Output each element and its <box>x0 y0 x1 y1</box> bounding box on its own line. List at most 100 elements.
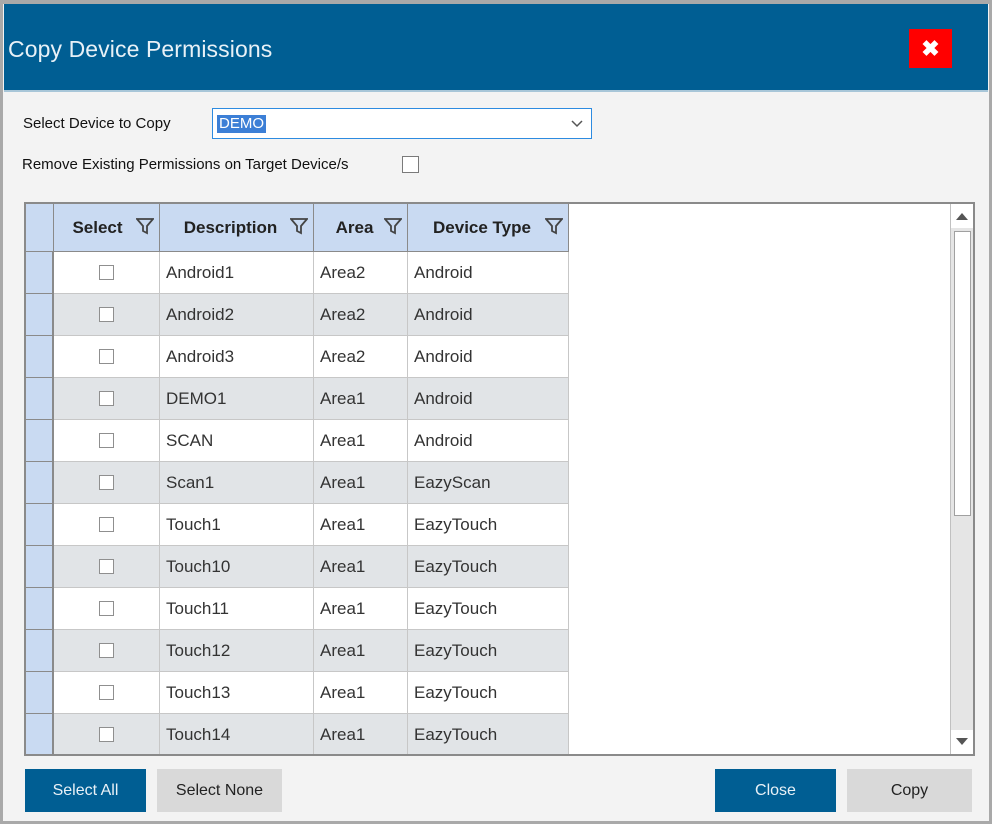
table-row[interactable]: Touch10 Area1 EazyTouch <box>26 546 569 588</box>
grid-header-row: Select Description Area Device Type <box>26 204 569 252</box>
close-x-icon: ✖ <box>921 35 940 61</box>
select-cell <box>54 714 160 754</box>
row-select-checkbox[interactable] <box>99 307 114 322</box>
description-cell: Android2 <box>160 294 314 336</box>
filter-icon[interactable] <box>384 217 402 235</box>
description-cell: Touch11 <box>160 588 314 630</box>
area-cell: Area1 <box>314 420 408 462</box>
row-select-checkbox[interactable] <box>99 559 114 574</box>
area-cell: Area2 <box>314 252 408 294</box>
device-type-cell: EazyScan <box>408 462 569 504</box>
table-row[interactable]: Touch1 Area1 EazyTouch <box>26 504 569 546</box>
description-cell: Scan1 <box>160 462 314 504</box>
row-header[interactable] <box>26 588 54 630</box>
device-type-cell: Android <box>408 378 569 420</box>
device-type-cell: EazyTouch <box>408 504 569 546</box>
row-header[interactable] <box>26 252 54 294</box>
select-cell <box>54 420 160 462</box>
select-cell <box>54 294 160 336</box>
filter-icon[interactable] <box>136 217 154 235</box>
description-cell: Touch10 <box>160 546 314 588</box>
arrow-down-icon <box>956 738 968 745</box>
title-bar: Copy Device Permissions ✖ <box>4 4 988 92</box>
copy-device-permissions-dialog: Copy Device Permissions ✖ Select Device … <box>0 0 992 824</box>
close-button[interactable]: Close <box>715 769 836 812</box>
row-header[interactable] <box>26 672 54 714</box>
table-row[interactable]: Touch13 Area1 EazyTouch <box>26 672 569 714</box>
device-type-cell: Android <box>408 336 569 378</box>
select-device-dropdown[interactable]: DEMO <box>212 108 592 139</box>
area-cell: Area1 <box>314 672 408 714</box>
row-select-checkbox[interactable] <box>99 517 114 532</box>
select-cell <box>54 336 160 378</box>
column-header-select[interactable]: Select <box>54 204 160 252</box>
row-select-checkbox[interactable] <box>99 265 114 280</box>
row-select-checkbox[interactable] <box>99 685 114 700</box>
row-header[interactable] <box>26 630 54 672</box>
select-device-label: Select Device to Copy <box>23 115 171 132</box>
row-header[interactable] <box>26 420 54 462</box>
area-cell: Area1 <box>314 378 408 420</box>
area-cell: Area1 <box>314 462 408 504</box>
description-cell: Android3 <box>160 336 314 378</box>
devices-grid: Select Description Area Device Type Andr… <box>24 202 975 756</box>
area-cell: Area1 <box>314 546 408 588</box>
row-header[interactable] <box>26 546 54 588</box>
vertical-scrollbar[interactable] <box>950 204 973 754</box>
select-device-value: DEMO <box>217 115 266 133</box>
select-all-button[interactable]: Select All <box>25 769 146 812</box>
table-row[interactable]: Touch12 Area1 EazyTouch <box>26 630 569 672</box>
filter-icon[interactable] <box>290 217 308 235</box>
row-header[interactable] <box>26 336 54 378</box>
row-header[interactable] <box>26 504 54 546</box>
table-row[interactable]: Android2 Area2 Android <box>26 294 569 336</box>
area-cell: Area2 <box>314 336 408 378</box>
table-row[interactable]: Touch14 Area1 EazyTouch <box>26 714 569 754</box>
remove-existing-label: Remove Existing Permissions on Target De… <box>22 156 349 173</box>
scroll-down-button[interactable] <box>951 730 973 754</box>
row-select-checkbox[interactable] <box>99 601 114 616</box>
table-row[interactable]: Touch11 Area1 EazyTouch <box>26 588 569 630</box>
row-select-checkbox[interactable] <box>99 727 114 742</box>
select-cell <box>54 378 160 420</box>
dialog-title: Copy Device Permissions <box>8 36 273 62</box>
select-cell <box>54 546 160 588</box>
device-type-cell: EazyTouch <box>408 546 569 588</box>
row-header[interactable] <box>26 294 54 336</box>
scrollbar-thumb[interactable] <box>954 231 971 516</box>
table-row[interactable]: DEMO1 Area1 Android <box>26 378 569 420</box>
copy-button[interactable]: Copy <box>847 769 972 812</box>
remove-existing-checkbox[interactable] <box>402 156 419 173</box>
device-type-cell: EazyTouch <box>408 714 569 754</box>
column-header-area[interactable]: Area <box>314 204 408 252</box>
row-header[interactable] <box>26 714 54 754</box>
device-type-cell: Android <box>408 420 569 462</box>
select-cell <box>54 504 160 546</box>
select-none-button[interactable]: Select None <box>157 769 282 812</box>
row-select-checkbox[interactable] <box>99 433 114 448</box>
scroll-up-button[interactable] <box>951 204 973 228</box>
column-header-description[interactable]: Description <box>160 204 314 252</box>
row-select-checkbox[interactable] <box>99 643 114 658</box>
description-cell: Touch13 <box>160 672 314 714</box>
select-cell <box>54 462 160 504</box>
row-select-checkbox[interactable] <box>99 475 114 490</box>
device-type-cell: Android <box>408 252 569 294</box>
device-type-cell: EazyTouch <box>408 630 569 672</box>
column-header-device-type[interactable]: Device Type <box>408 204 569 252</box>
table-row[interactable]: Android3 Area2 Android <box>26 336 569 378</box>
close-window-button[interactable]: ✖ <box>909 29 952 68</box>
description-cell: Touch14 <box>160 714 314 754</box>
area-cell: Area1 <box>314 504 408 546</box>
table-row[interactable]: SCAN Area1 Android <box>26 420 569 462</box>
row-header[interactable] <box>26 378 54 420</box>
row-select-checkbox[interactable] <box>99 391 114 406</box>
row-header[interactable] <box>26 462 54 504</box>
table-row[interactable]: Scan1 Area1 EazyScan <box>26 462 569 504</box>
description-cell: DEMO1 <box>160 378 314 420</box>
table-row[interactable]: Android1 Area2 Android <box>26 252 569 294</box>
description-cell: Touch12 <box>160 630 314 672</box>
filter-icon[interactable] <box>545 217 563 235</box>
device-type-cell: Android <box>408 294 569 336</box>
row-select-checkbox[interactable] <box>99 349 114 364</box>
